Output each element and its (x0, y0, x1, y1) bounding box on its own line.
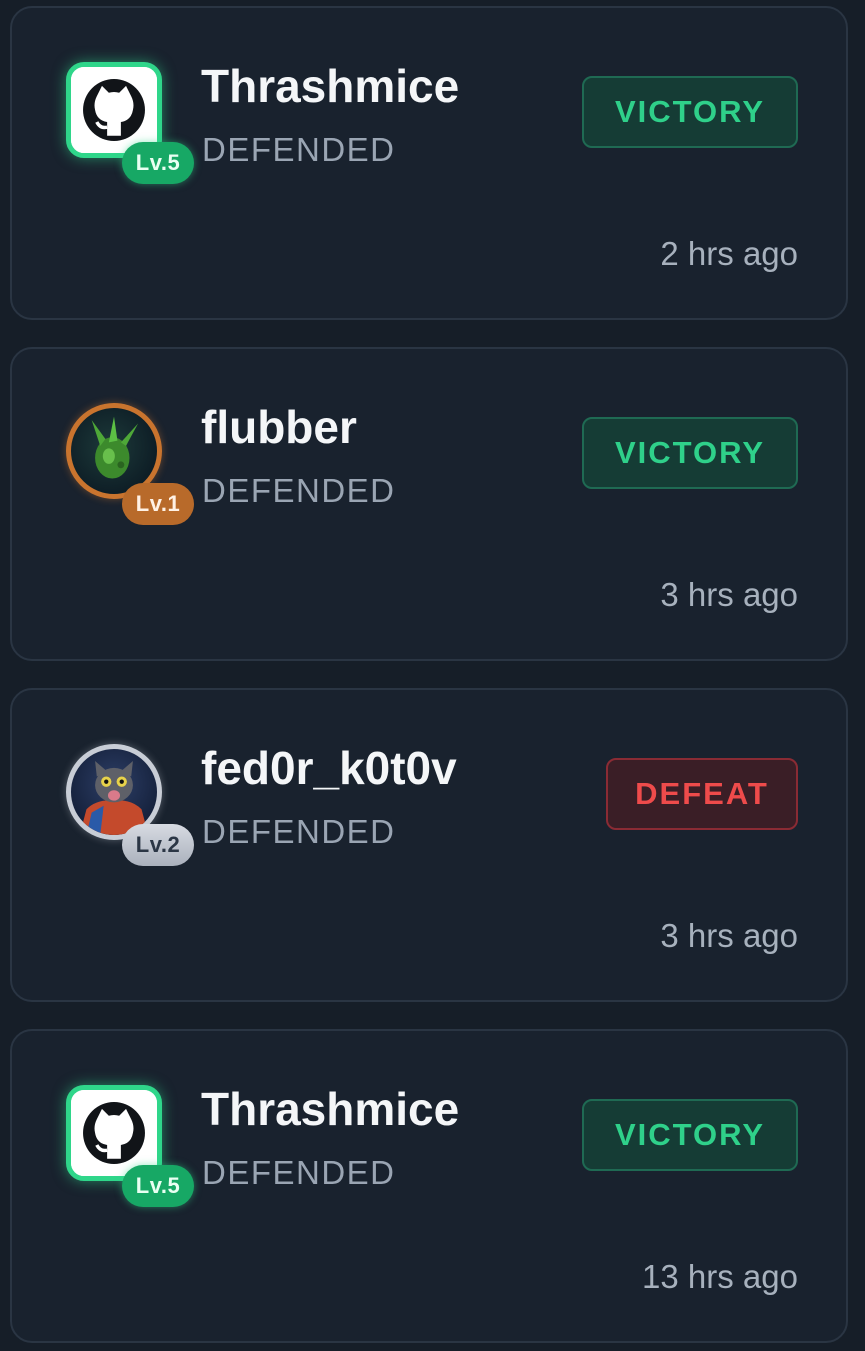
username[interactable]: Thrashmice (201, 1081, 459, 1137)
battle-status: DEFENDED (202, 472, 396, 509)
battle-history-list: Lv.5 Thrashmice DEFENDED VICTORY 2 hrs a… (0, 0, 865, 1351)
timestamp: 13 hrs ago (642, 1258, 798, 1295)
battle-card[interactable]: Lv.1 flubber DEFENDED VICTORY 3 hrs ago (10, 347, 848, 661)
result-badge: VICTORY (582, 1099, 798, 1171)
battle-status: DEFENDED (202, 131, 396, 168)
user-avatar[interactable]: Lv.5 (64, 60, 194, 184)
battle-card[interactable]: Lv.2 fed0r_k0t0v DEFENDED DEFEAT 3 hrs a… (10, 688, 848, 1002)
user-avatar[interactable]: Lv.5 (64, 1083, 194, 1207)
user-avatar[interactable]: Lv.1 (64, 401, 194, 525)
username[interactable]: fed0r_k0t0v (201, 740, 457, 796)
battle-status: DEFENDED (202, 813, 396, 850)
timestamp: 2 hrs ago (660, 235, 798, 272)
level-badge: Lv.5 (122, 1165, 194, 1207)
battle-card[interactable]: Lv.5 Thrashmice DEFENDED VICTORY 2 hrs a… (10, 6, 848, 320)
timestamp: 3 hrs ago (660, 576, 798, 613)
user-avatar[interactable]: Lv.2 (64, 742, 194, 866)
username[interactable]: flubber (201, 399, 357, 455)
result-badge: VICTORY (582, 417, 798, 489)
result-badge: VICTORY (582, 76, 798, 148)
result-badge: DEFEAT (606, 758, 798, 830)
battle-status: DEFENDED (202, 1154, 396, 1191)
username[interactable]: Thrashmice (201, 58, 459, 114)
level-badge: Lv.5 (122, 142, 194, 184)
level-badge: Lv.1 (122, 483, 194, 525)
battle-card[interactable]: Lv.5 Thrashmice DEFENDED VICTORY 13 hrs … (10, 1029, 848, 1343)
level-badge: Lv.2 (122, 824, 194, 866)
timestamp: 3 hrs ago (660, 917, 798, 954)
